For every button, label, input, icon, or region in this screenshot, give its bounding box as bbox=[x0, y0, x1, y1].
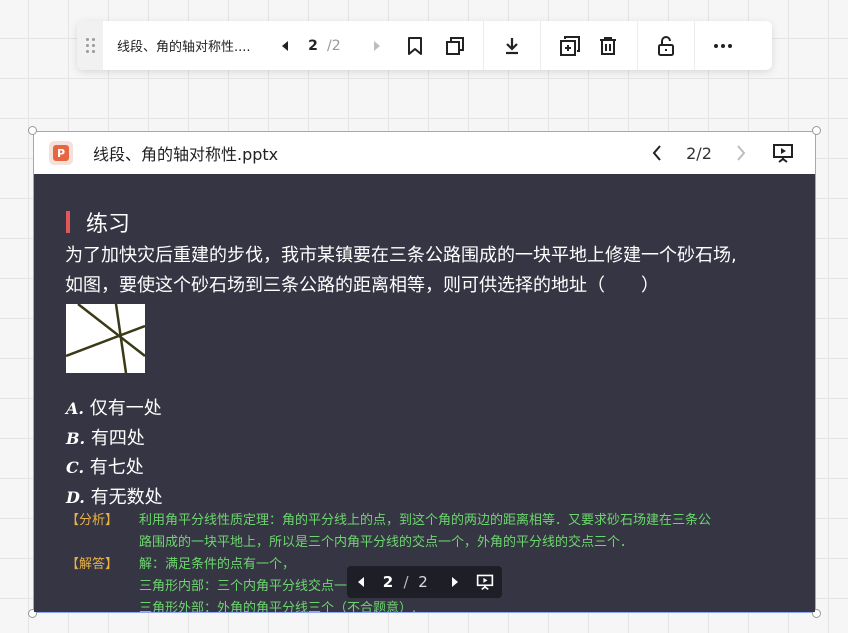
solution-tag: 【解答】 bbox=[66, 557, 119, 572]
analysis-line: 利用角平分线性质定理：角的平分线上的点，到这个角的两边的距离相等．又要求砂石场建… bbox=[139, 513, 712, 528]
lock-button[interactable] bbox=[652, 32, 680, 60]
copy-button[interactable] bbox=[441, 32, 469, 60]
option-b: B. 有四处 bbox=[66, 427, 145, 449]
triangle-left-icon bbox=[282, 40, 288, 51]
toolbar-file-title: 线段、角的轴对称性.... bbox=[117, 40, 251, 55]
presentation-icon bbox=[476, 574, 494, 591]
card-file-name: 线段、角的轴对称性.pptx bbox=[93, 145, 279, 164]
more-dots-icon bbox=[714, 43, 732, 48]
chevron-left-icon bbox=[652, 145, 661, 161]
unlock-icon bbox=[658, 35, 674, 56]
current-page-number[interactable]: 2 bbox=[299, 38, 327, 54]
mini-prev-button[interactable] bbox=[351, 568, 371, 596]
question-line: 为了加快灾后重建的步伐，我市某镇要在三条公路围成的一块平地上修建一个砂石场, bbox=[65, 245, 737, 266]
copy-icon bbox=[446, 36, 464, 55]
mini-next-button[interactable] bbox=[445, 568, 465, 596]
ppt-file-icon: P bbox=[49, 141, 73, 165]
analysis-line: 路围成的一块平地上，所以是三个内角平分线的交点一个，外角的平分线的交点三个． bbox=[139, 535, 634, 550]
card-next-page-button[interactable] bbox=[727, 139, 755, 167]
resize-handle-top-left[interactable] bbox=[28, 126, 37, 135]
chevron-right-icon bbox=[737, 145, 746, 161]
drag-handle[interactable] bbox=[77, 21, 103, 70]
question-text: 为了加快灾后重建的步伐，我市某镇要在三条公路围成的一块平地上修建一个砂石场, 如… bbox=[65, 241, 805, 301]
duplicate-icon bbox=[560, 35, 580, 56]
next-page-button[interactable] bbox=[363, 32, 391, 60]
download-button[interactable] bbox=[498, 32, 526, 60]
slide-mini-pager: 2 / 2 bbox=[347, 566, 502, 598]
triangle-right-icon bbox=[374, 40, 380, 51]
solution-line: 三角形外部：外角的角平分线三个（不合题意）. bbox=[139, 601, 417, 612]
grip-icon bbox=[85, 38, 95, 53]
option-d: D. 有无数处 bbox=[66, 486, 163, 508]
prev-page-button[interactable] bbox=[271, 32, 299, 60]
card-header: P 线段、角的轴对称性.pptx 2/2 bbox=[34, 132, 815, 174]
triangle-left-icon bbox=[358, 577, 364, 587]
road-diagram-image bbox=[65, 303, 146, 374]
bookmark-button[interactable] bbox=[401, 32, 429, 60]
bookmark-icon bbox=[408, 36, 422, 55]
duplicate-button[interactable] bbox=[556, 32, 584, 60]
slide-heading: 练习 bbox=[66, 206, 130, 238]
delete-button[interactable] bbox=[594, 32, 622, 60]
mini-current-page[interactable]: 2 bbox=[377, 573, 399, 591]
slide-content[interactable]: 练习 为了加快灾后重建的步伐，我市某镇要在三条公路围成的一块平地上修建一个砂石场… bbox=[34, 174, 815, 612]
question-line: 如图，要使这个砂石场到三条公路的距离相等，则可供选择的地址（ ） bbox=[65, 275, 659, 296]
triangle-right-icon bbox=[452, 577, 458, 587]
slide-heading-text: 练习 bbox=[86, 212, 131, 237]
ppt-document-card[interactable]: P 线段、角的轴对称性.pptx 2/2 练习 为了加快灾后重建的步伐，我市某镇… bbox=[28, 126, 821, 618]
analysis-tag: 【分析】 bbox=[66, 513, 119, 528]
answer-options: A. 仅有一处 B. 有四处 C. 有七处 D. 有无数处 bbox=[66, 394, 163, 512]
road-diagram-figure bbox=[65, 303, 146, 374]
option-a: A. 仅有一处 bbox=[66, 398, 162, 419]
mini-separator: / bbox=[403, 573, 409, 591]
toolbar-page-indicator: 2 /2 bbox=[299, 38, 355, 54]
ppt-letter: P bbox=[53, 145, 69, 161]
trash-icon bbox=[600, 36, 616, 55]
option-c: C. 有七处 bbox=[66, 457, 144, 478]
more-button[interactable] bbox=[709, 32, 737, 60]
mini-total-page: 2 bbox=[418, 573, 428, 591]
card-page-indicator: 2/2 bbox=[686, 143, 712, 163]
total-page-number: /2 bbox=[327, 37, 341, 54]
mini-present-button[interactable] bbox=[473, 568, 497, 596]
floating-toolbar: 线段、角的轴对称性.... 2 /2 bbox=[77, 21, 772, 70]
heading-accent-bar bbox=[66, 211, 70, 233]
card-present-button[interactable] bbox=[769, 139, 797, 167]
resize-handle-top-right[interactable] bbox=[812, 126, 821, 135]
presentation-icon bbox=[773, 144, 793, 163]
card-prev-page-button[interactable] bbox=[643, 139, 671, 167]
download-icon bbox=[506, 37, 518, 54]
